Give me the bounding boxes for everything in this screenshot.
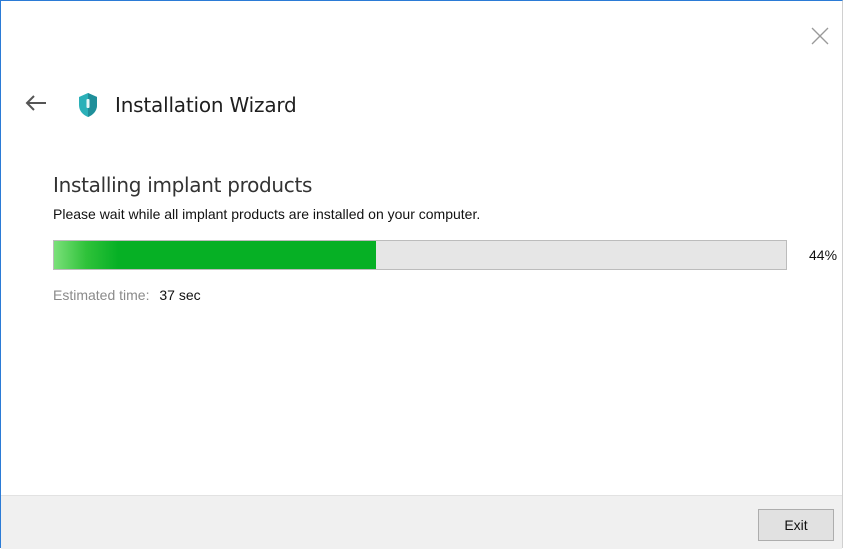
wizard-header: Installation Wizard — [25, 89, 297, 121]
estimated-time-value: 37 sec — [159, 287, 201, 303]
window-title: Installation Wizard — [115, 93, 297, 117]
close-button[interactable] — [809, 25, 831, 47]
installer-window: Installation Wizard Installing implant p… — [0, 0, 843, 549]
footer-bar: Exit — [1, 495, 842, 549]
page-heading: Installing implant products — [53, 173, 313, 197]
shield-app-icon — [77, 91, 103, 119]
progress-fill — [54, 241, 377, 269]
progress-track — [53, 240, 787, 270]
main-content: Installing implant products Please wait … — [53, 173, 833, 222]
back-button[interactable] — [25, 89, 53, 121]
estimated-time-label: Estimated time: — [53, 287, 150, 303]
progress-percent: 44% — [809, 247, 838, 263]
install-progress: 44% — [53, 240, 837, 272]
back-arrow-icon — [25, 94, 47, 116]
exit-button[interactable]: Exit — [758, 509, 834, 541]
page-subtitle: Please wait while all implant products a… — [53, 206, 481, 222]
close-icon — [809, 25, 831, 47]
estimated-time: Estimated time: 37 sec — [53, 287, 201, 303]
